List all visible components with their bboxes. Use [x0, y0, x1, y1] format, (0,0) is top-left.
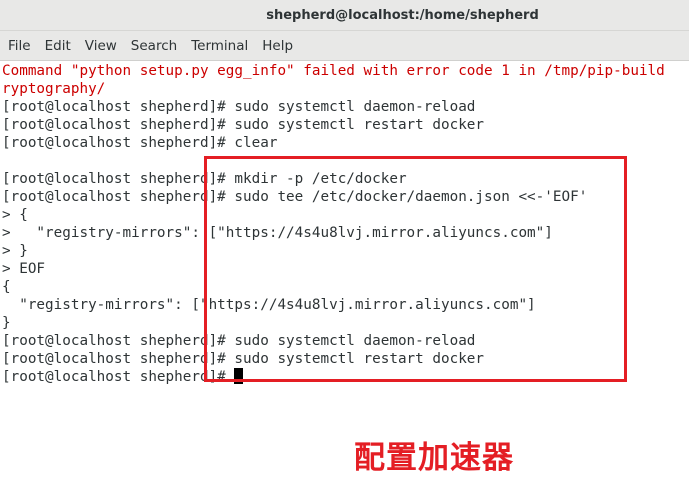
terminal-line-error: Command "python setup.py egg_info" faile… — [2, 63, 665, 79]
terminal-window: shepherd@localhost:/home/shepherd File E… — [0, 0, 689, 484]
menu-bar: File Edit View Search Terminal Help — [0, 31, 689, 61]
terminal-line: [root@localhost shepherd]# sudo tee /etc… — [2, 189, 588, 205]
terminal-line: [root@localhost shepherd]# mkdir -p /etc… — [2, 171, 407, 187]
terminal-prompt-line[interactable]: [root@localhost shepherd]# — [2, 368, 244, 386]
menu-terminal[interactable]: Terminal — [185, 34, 256, 58]
menu-edit[interactable]: Edit — [39, 34, 79, 58]
terminal-line: [root@localhost shepherd]# sudo systemct… — [2, 99, 476, 115]
terminal-line: > { — [2, 207, 28, 223]
terminal-line: [root@localhost shepherd]# sudo systemct… — [2, 333, 476, 349]
terminal-line: [root@localhost shepherd]# sudo systemct… — [2, 117, 485, 133]
terminal-line-error: ryptography/ — [2, 81, 106, 97]
window-title: shepherd@localhost:/home/shepherd — [266, 7, 539, 23]
menu-help[interactable]: Help — [256, 34, 301, 58]
terminal-line: } — [2, 315, 11, 331]
annotation-label: 配置加速器 — [354, 440, 514, 476]
terminal-line: [root@localhost shepherd]# clear — [2, 135, 278, 151]
terminal-line: > EOF — [2, 261, 46, 277]
text-cursor — [234, 368, 244, 384]
menu-file[interactable]: File — [2, 34, 39, 58]
terminal-line: [root@localhost shepherd]# sudo systemct… — [2, 351, 485, 367]
terminal-output[interactable]: Command "python setup.py egg_info" faile… — [0, 62, 689, 484]
terminal-line: { — [2, 279, 11, 295]
menu-view[interactable]: View — [79, 34, 125, 58]
terminal-line: "registry-mirrors": ["https://4s4u8lvj.m… — [2, 297, 536, 313]
terminal-prompt: [root@localhost shepherd]# — [2, 369, 235, 385]
terminal-line: > "registry-mirrors": ["https://4s4u8lvj… — [2, 225, 553, 241]
terminal-line: > } — [2, 243, 28, 259]
window-titlebar[interactable]: shepherd@localhost:/home/shepherd — [0, 0, 689, 31]
menu-search[interactable]: Search — [125, 34, 185, 58]
